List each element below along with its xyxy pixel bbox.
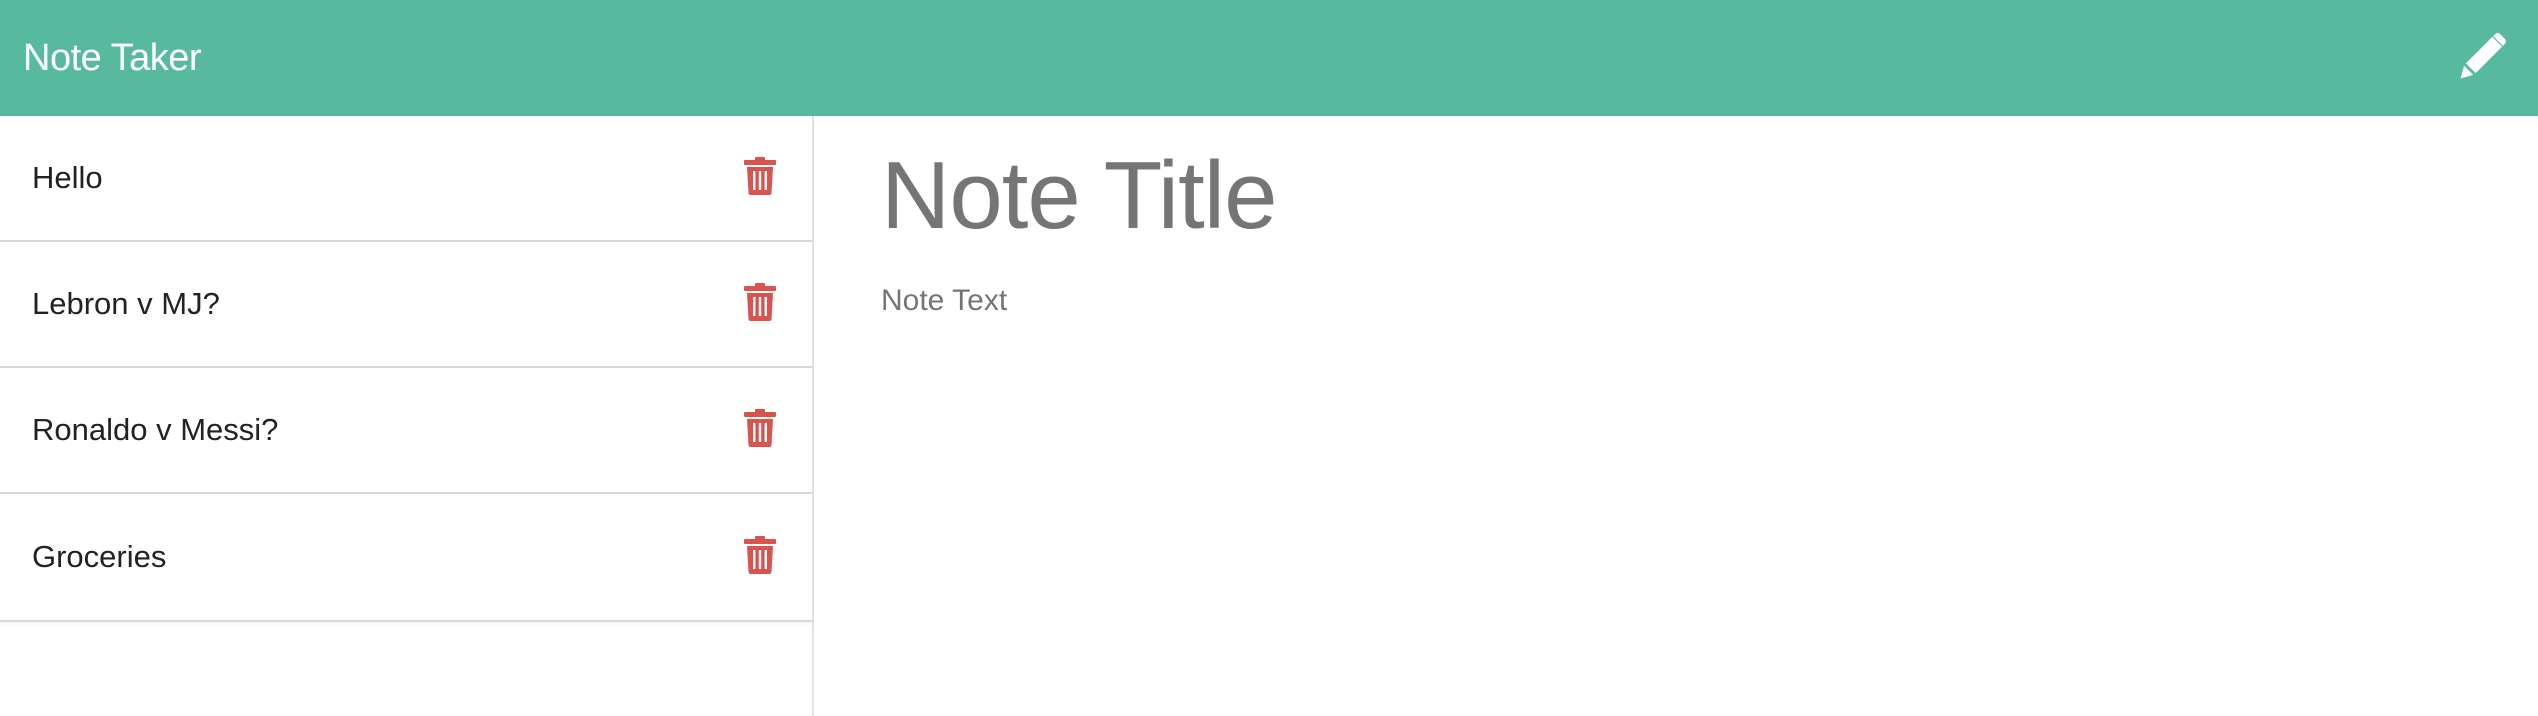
note-list: Hello Lebron v MJ? Ronaldo v Messi? Groc…: [0, 116, 813, 622]
delete-note-button[interactable]: [743, 535, 777, 579]
note-editor: [815, 116, 2538, 716]
note-item-title: Ronaldo v Messi?: [32, 412, 279, 447]
app-title[interactable]: Note Taker: [23, 37, 202, 80]
delete-note-button[interactable]: [743, 408, 777, 452]
note-item-title: Groceries: [32, 539, 167, 574]
note-text-input[interactable]: [881, 284, 2472, 664]
trash-icon: [744, 408, 776, 452]
note-item-title: Lebron v MJ?: [32, 286, 220, 321]
note-list-item[interactable]: Lebron v MJ?: [0, 242, 813, 368]
navbar: Note Taker: [0, 0, 2538, 116]
delete-note-button[interactable]: [743, 282, 777, 326]
pencil-icon: [2457, 30, 2509, 87]
trash-icon: [744, 282, 776, 326]
delete-note-button[interactable]: [743, 156, 777, 200]
note-list-item[interactable]: Ronaldo v Messi?: [0, 368, 813, 494]
new-note-button[interactable]: [2455, 30, 2511, 86]
note-list-item[interactable]: Groceries: [0, 494, 813, 620]
sidebar: Hello Lebron v MJ? Ronaldo v Messi? Groc…: [0, 116, 814, 716]
trash-icon: [744, 535, 776, 579]
note-list-item[interactable]: Hello: [0, 116, 813, 242]
trash-icon: [744, 156, 776, 200]
note-title-input[interactable]: [881, 136, 2472, 256]
note-item-title: Hello: [32, 160, 103, 195]
